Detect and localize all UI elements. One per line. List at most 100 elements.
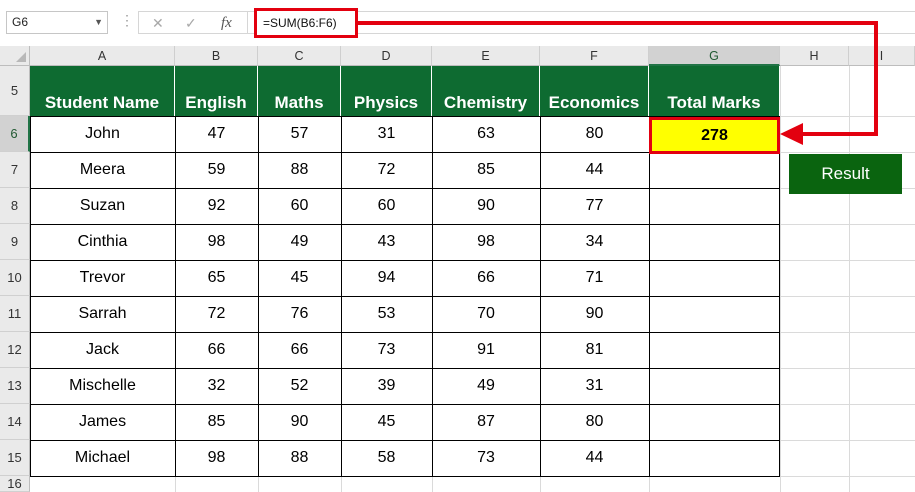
column-header-g[interactable]: G [649, 46, 780, 66]
marks-cell[interactable]: 72 [341, 152, 432, 188]
header-cell[interactable]: Physics [341, 66, 432, 116]
name-box[interactable]: G6 ▼ [6, 11, 108, 34]
marks-cell[interactable]: 66 [432, 260, 540, 296]
marks-cell[interactable]: 31 [540, 368, 649, 404]
student-name-cell[interactable]: Jack [30, 332, 175, 368]
student-name-cell[interactable]: Trevor [30, 260, 175, 296]
more-options-icon[interactable]: ⋮ [120, 12, 134, 29]
student-name-cell[interactable]: John [30, 116, 175, 152]
marks-cell[interactable] [649, 368, 780, 404]
column-header-d[interactable]: D [341, 46, 432, 66]
marks-cell[interactable]: 60 [258, 188, 341, 224]
marks-cell[interactable]: 73 [432, 440, 540, 476]
marks-cell[interactable]: 31 [341, 116, 432, 152]
marks-cell[interactable]: 39 [341, 368, 432, 404]
marks-cell[interactable]: 85 [432, 152, 540, 188]
marks-cell[interactable]: 90 [432, 188, 540, 224]
marks-cell[interactable]: 80 [540, 404, 649, 440]
student-name-cell[interactable]: Suzan [30, 188, 175, 224]
cancel-icon[interactable]: ✕ [152, 15, 164, 32]
marks-cell[interactable] [649, 332, 780, 368]
marks-cell[interactable]: 81 [540, 332, 649, 368]
marks-cell[interactable]: 88 [258, 152, 341, 188]
marks-cell[interactable]: 94 [341, 260, 432, 296]
marks-cell[interactable]: 76 [258, 296, 341, 332]
marks-cell[interactable]: 32 [175, 368, 258, 404]
header-cell[interactable]: Chemistry [432, 66, 540, 116]
student-name-cell[interactable]: Meera [30, 152, 175, 188]
marks-cell[interactable]: 70 [432, 296, 540, 332]
marks-cell[interactable]: 88 [258, 440, 341, 476]
marks-cell[interactable]: 57 [258, 116, 341, 152]
total-marks-cell[interactable]: 278 [649, 117, 780, 154]
student-name-cell[interactable]: Cinthia [30, 224, 175, 260]
marks-cell[interactable]: 44 [540, 152, 649, 188]
row-header-6[interactable]: 6 [0, 116, 30, 152]
row-header-12[interactable]: 12 [0, 332, 30, 368]
marks-cell[interactable]: 87 [432, 404, 540, 440]
student-name-cell[interactable]: Mischelle [30, 368, 175, 404]
row-header-16[interactable]: 16 [0, 476, 30, 492]
marks-cell[interactable]: 43 [341, 224, 432, 260]
marks-cell[interactable]: 66 [258, 332, 341, 368]
marks-cell[interactable]: 60 [341, 188, 432, 224]
student-name-cell[interactable]: Sarrah [30, 296, 175, 332]
marks-cell[interactable]: 66 [175, 332, 258, 368]
marks-cell[interactable]: 49 [432, 368, 540, 404]
header-cell[interactable]: Maths [258, 66, 341, 116]
row-header-11[interactable]: 11 [0, 296, 30, 332]
row-header-15[interactable]: 15 [0, 440, 30, 476]
column-header-e[interactable]: E [432, 46, 540, 66]
row-header-10[interactable]: 10 [0, 260, 30, 296]
header-cell[interactable]: English [175, 66, 258, 116]
column-header-i[interactable]: I [849, 46, 915, 66]
marks-cell[interactable]: 98 [175, 224, 258, 260]
column-header-a[interactable]: A [30, 46, 175, 66]
header-cell[interactable]: Total Marks [649, 66, 780, 116]
marks-cell[interactable]: 85 [175, 404, 258, 440]
marks-cell[interactable]: 71 [540, 260, 649, 296]
row-header-14[interactable]: 14 [0, 404, 30, 440]
marks-cell[interactable]: 72 [175, 296, 258, 332]
student-name-cell[interactable]: Michael [30, 440, 175, 476]
marks-cell[interactable]: 45 [341, 404, 432, 440]
marks-cell[interactable]: 91 [432, 332, 540, 368]
chevron-down-icon[interactable]: ▼ [94, 12, 103, 33]
marks-cell[interactable]: 73 [341, 332, 432, 368]
column-header-c[interactable]: C [258, 46, 341, 66]
marks-cell[interactable]: 45 [258, 260, 341, 296]
row-header-13[interactable]: 13 [0, 368, 30, 404]
row-header-7[interactable]: 7 [0, 152, 30, 188]
marks-cell[interactable] [649, 152, 780, 188]
student-name-cell[interactable]: James [30, 404, 175, 440]
marks-cell[interactable]: 92 [175, 188, 258, 224]
marks-cell[interactable]: 34 [540, 224, 649, 260]
marks-cell[interactable]: 63 [432, 116, 540, 152]
header-cell[interactable]: Student Name [30, 66, 175, 116]
marks-cell[interactable]: 77 [540, 188, 649, 224]
marks-cell[interactable]: 98 [175, 440, 258, 476]
marks-cell[interactable]: 90 [258, 404, 341, 440]
row-header-9[interactable]: 9 [0, 224, 30, 260]
formula-text[interactable]: =SUM(B6:F6) [254, 8, 358, 38]
marks-cell[interactable]: 44 [540, 440, 649, 476]
marks-cell[interactable]: 59 [175, 152, 258, 188]
marks-cell[interactable]: 52 [258, 368, 341, 404]
marks-cell[interactable] [649, 296, 780, 332]
column-header-f[interactable]: F [540, 46, 649, 66]
marks-cell[interactable]: 98 [432, 224, 540, 260]
row-header-5[interactable]: 5 [0, 66, 30, 116]
marks-cell[interactable] [649, 224, 780, 260]
marks-cell[interactable]: 49 [258, 224, 341, 260]
marks-cell[interactable] [649, 260, 780, 296]
result-button[interactable]: Result [789, 154, 902, 194]
marks-cell[interactable]: 65 [175, 260, 258, 296]
select-all-button[interactable] [0, 46, 30, 66]
marks-cell[interactable]: 53 [341, 296, 432, 332]
header-cell[interactable]: Economics [540, 66, 649, 116]
marks-cell[interactable] [649, 188, 780, 224]
column-header-b[interactable]: B [175, 46, 258, 66]
marks-cell[interactable]: 58 [341, 440, 432, 476]
marks-cell[interactable] [649, 404, 780, 440]
enter-icon[interactable]: ✓ [185, 15, 197, 32]
